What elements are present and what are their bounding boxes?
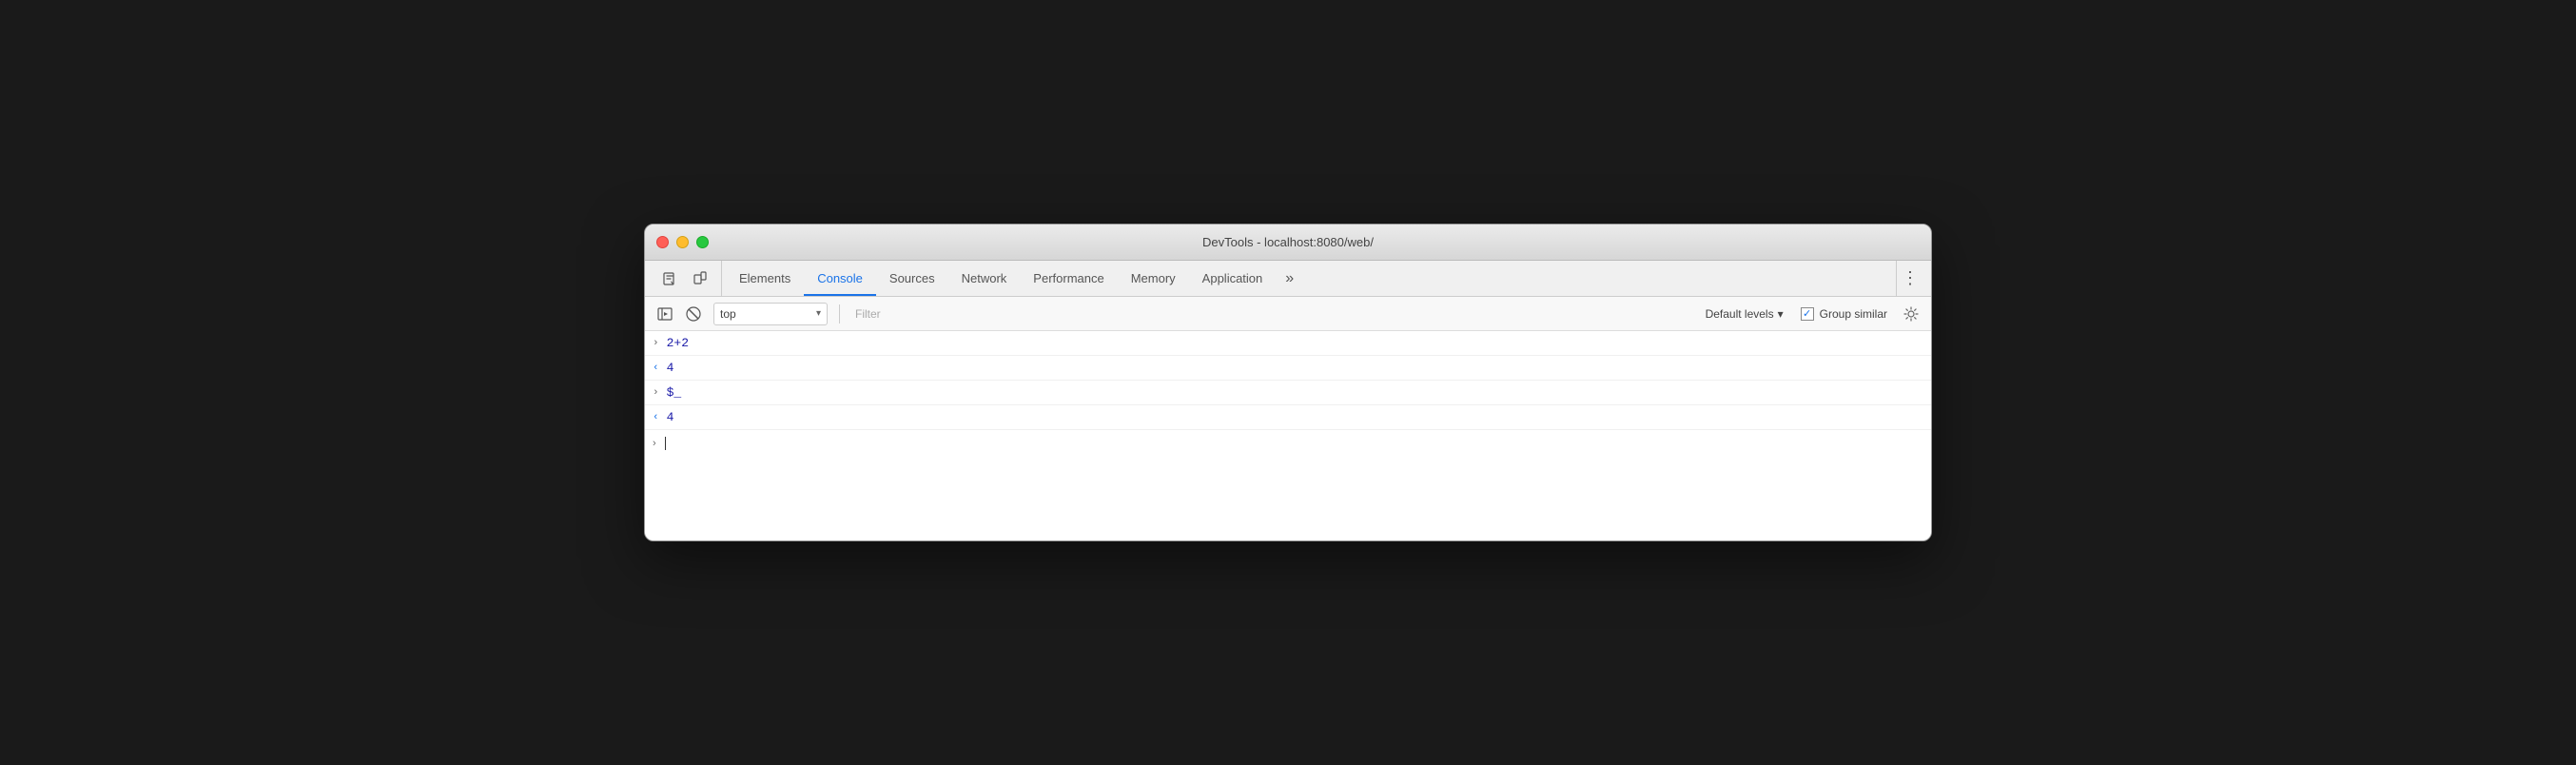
input-chevron-0: ›: [653, 338, 659, 349]
console-entry-3: ‹ 4: [645, 405, 1931, 430]
devtools-window: DevTools - localhost:8080/web/ Elements: [644, 224, 1932, 541]
tab-application[interactable]: Application: [1189, 261, 1277, 296]
console-active-input[interactable]: ›: [645, 430, 1931, 457]
tab-network[interactable]: Network: [948, 261, 1021, 296]
toolbar-icons: [649, 261, 722, 296]
minimize-button[interactable]: [676, 236, 689, 248]
more-tabs-button[interactable]: »: [1278, 261, 1301, 296]
device-toggle-button[interactable]: [687, 265, 713, 292]
console-sidebar-button[interactable]: [653, 302, 677, 326]
console-input-text-0: 2+2: [667, 336, 689, 350]
output-chevron-1: ‹: [653, 412, 659, 423]
console-entry-2: › $_: [645, 381, 1931, 405]
group-similar-area: ✓ Group similar: [1801, 307, 1887, 321]
traffic-lights: [656, 236, 709, 248]
console-settings-button[interactable]: [1899, 302, 1923, 326]
input-chevron-1: ›: [653, 387, 659, 399]
inspect-element-button[interactable]: [656, 265, 683, 292]
tab-console[interactable]: Console: [804, 261, 876, 296]
console-output-text-1: 4: [667, 410, 674, 424]
devtools-menu-button[interactable]: ⋮: [1897, 265, 1923, 292]
console-input-text-1: $_: [667, 385, 682, 400]
clear-console-button[interactable]: [681, 302, 706, 326]
console-entry-1: ‹ 4: [645, 356, 1931, 381]
output-chevron-0: ‹: [653, 363, 659, 374]
maximize-button[interactable]: [696, 236, 709, 248]
tab-elements[interactable]: Elements: [726, 261, 804, 296]
levels-dropdown-arrow: ▾: [1778, 307, 1784, 321]
console-cursor-line: [664, 437, 666, 450]
cursor-blink: [665, 437, 666, 450]
console-toolbar: top ▾ Default levels ▾ ✓ Group similar: [645, 297, 1931, 331]
context-dropdown-arrow: ▾: [816, 308, 821, 319]
tab-performance[interactable]: Performance: [1020, 261, 1117, 296]
filter-divider: [839, 304, 840, 324]
tab-sources[interactable]: Sources: [876, 261, 948, 296]
context-select[interactable]: top ▾: [713, 303, 828, 325]
console-content: › 2+2 ‹ 4 › $_ ‹ 4 ›: [645, 331, 1931, 540]
console-entry-0: › 2+2: [645, 331, 1931, 356]
active-input-chevron: ›: [653, 438, 656, 449]
default-levels-button[interactable]: Default levels ▾: [1700, 307, 1789, 321]
filter-input[interactable]: [848, 303, 1696, 325]
console-output-text-0: 4: [667, 361, 674, 375]
window-title: DevTools - localhost:8080/web/: [1202, 235, 1374, 249]
close-button[interactable]: [656, 236, 669, 248]
group-similar-checkbox[interactable]: ✓: [1801, 307, 1814, 321]
title-bar: DevTools - localhost:8080/web/: [645, 225, 1931, 261]
tab-bar: Elements Console Sources Network Perform…: [645, 261, 1931, 297]
tab-bar-right: ⋮: [1896, 261, 1931, 296]
tab-memory[interactable]: Memory: [1118, 261, 1189, 296]
